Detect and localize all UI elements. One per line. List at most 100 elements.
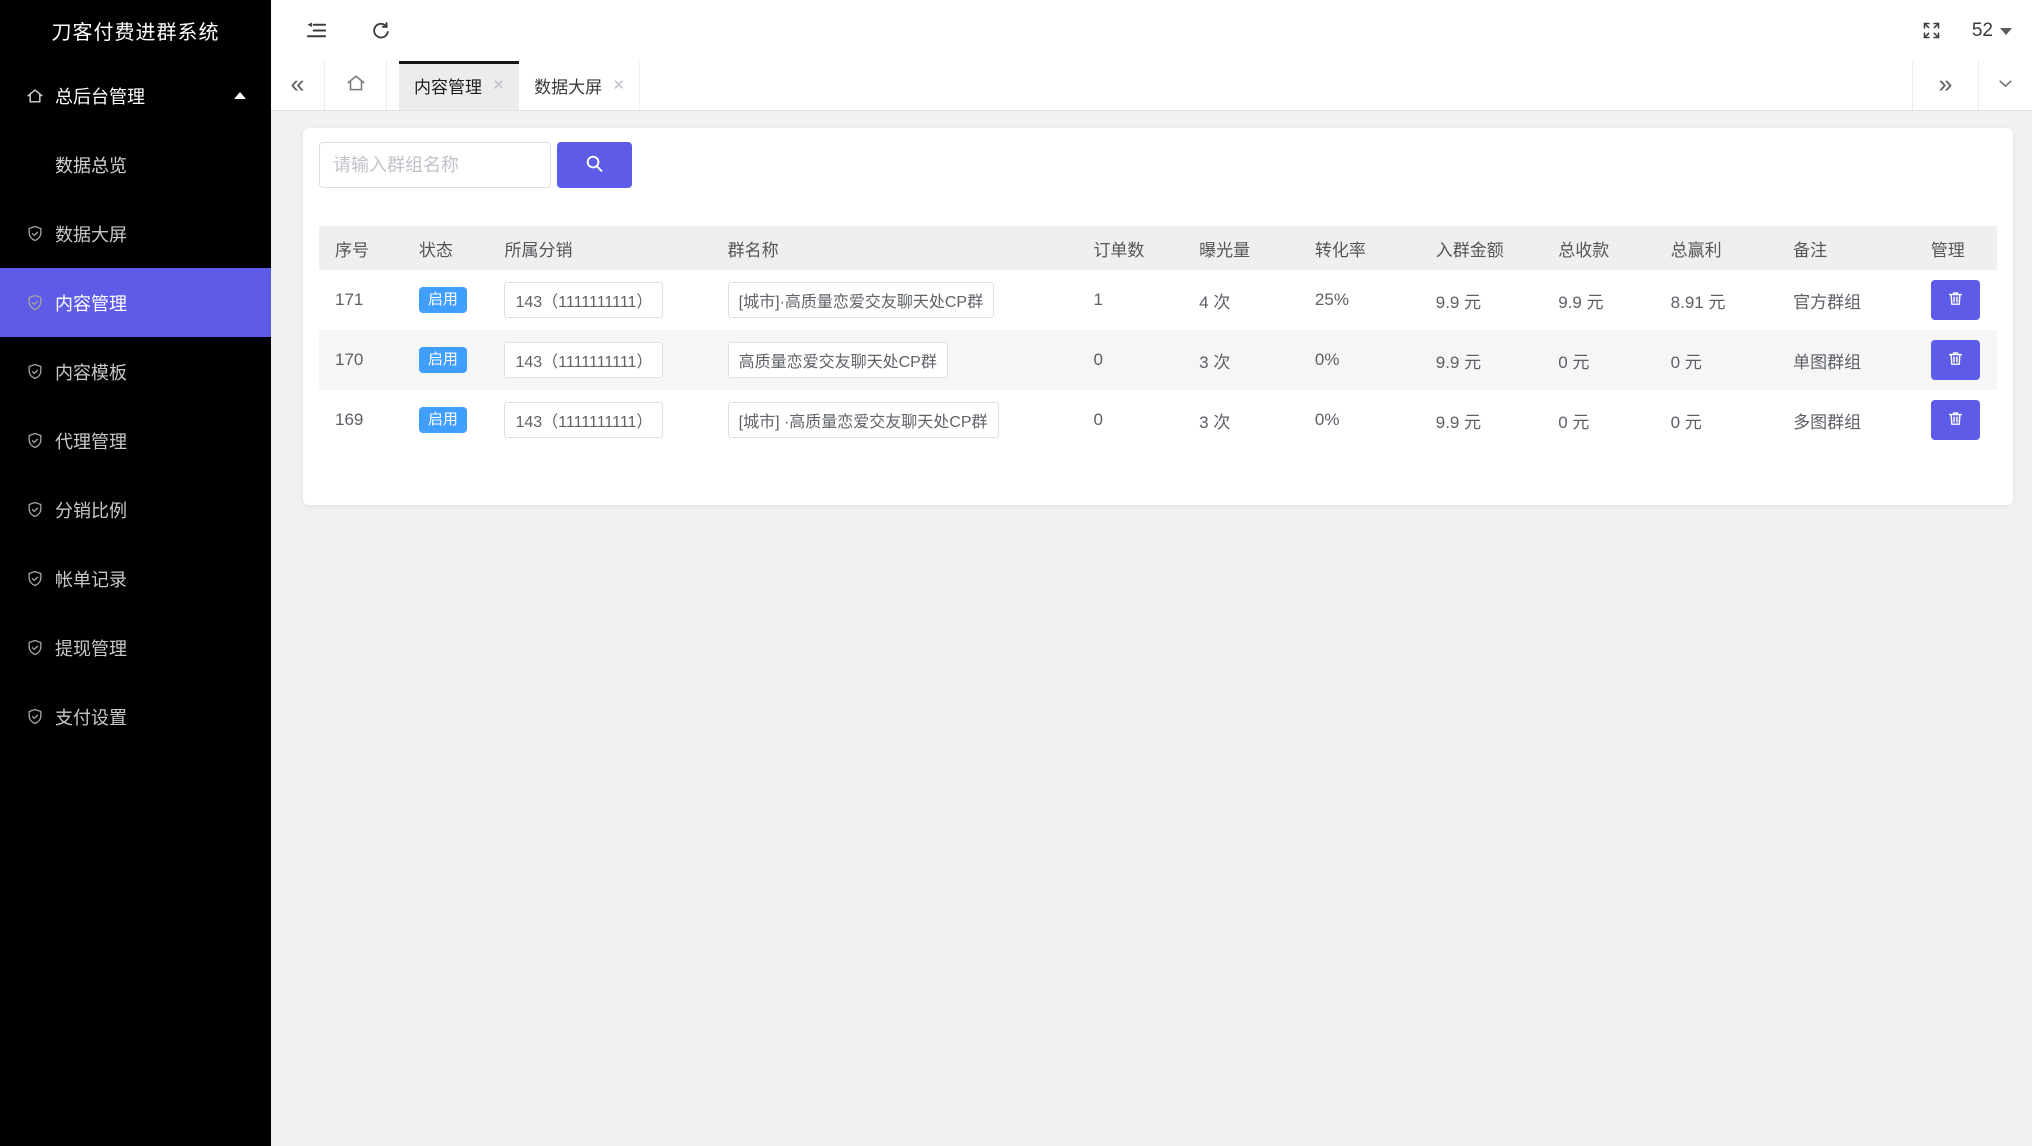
- close-icon[interactable]: ×: [493, 76, 504, 95]
- trash-icon: [1946, 289, 1965, 311]
- caret-down-icon: [2000, 28, 2012, 35]
- column-header: 总收款: [1542, 226, 1654, 270]
- user-label: 52: [1972, 20, 1993, 42]
- cell-remark: 多图群组: [1777, 390, 1915, 450]
- home-icon: [25, 86, 45, 106]
- column-header: 状态: [403, 226, 489, 270]
- sidebar-item-3[interactable]: 内容管理: [0, 268, 271, 337]
- cell-conversion: 25%: [1299, 270, 1420, 330]
- user-menu[interactable]: 52: [1972, 20, 2012, 42]
- table-body: 171 启用 143（1111111111） [城市]·高质量恋爱交友聊天处CP…: [319, 270, 1997, 450]
- delete-button[interactable]: [1931, 340, 1980, 380]
- sidebar-item-label: 数据大屏: [55, 221, 127, 247]
- cell-total-profit: 0 元: [1655, 330, 1777, 390]
- sidebar-item-9[interactable]: 支付设置: [0, 682, 271, 751]
- chevron-down-icon: [1995, 73, 2016, 99]
- cell-total-profit: 8.91 元: [1655, 270, 1777, 330]
- search-icon: [583, 152, 606, 178]
- sidebar-menu: 总后台管理 数据总览 数据大屏 内容管理 内容模板 代理管理 分销比例 帐单记录…: [0, 61, 271, 751]
- topbar: 52: [271, 0, 2032, 61]
- home-tab-button[interactable]: [325, 61, 387, 110]
- menu-fold-icon[interactable]: [305, 19, 328, 42]
- sidebar-item-label: 支付设置: [55, 704, 127, 730]
- sidebar-item-label: 代理管理: [55, 428, 127, 454]
- cell-join-amount: 9.9 元: [1420, 390, 1542, 450]
- caret-up-icon: [234, 92, 246, 99]
- search-input[interactable]: [319, 142, 551, 188]
- cell-exposure: 4 次: [1183, 270, 1299, 330]
- sidebar: 刀客付费进群系统 总后台管理 数据总览 数据大屏 内容管理 内容模板 代理管理 …: [0, 0, 271, 1146]
- cell-orders: 0: [1077, 390, 1183, 450]
- group-name-box: [城市]·高质量恋爱交友聊天处CP群: [728, 282, 994, 318]
- search-row: [319, 142, 1997, 188]
- close-icon[interactable]: ×: [613, 76, 624, 95]
- tabs-menu-button[interactable]: [1978, 61, 2032, 110]
- trash-icon: [1946, 349, 1965, 371]
- trash-icon: [1946, 409, 1965, 431]
- distributor-box: 143（1111111111）: [504, 342, 663, 378]
- open-tabs: 内容管理 × 数据大屏 ×: [399, 61, 640, 110]
- delete-button[interactable]: [1931, 280, 1980, 320]
- cell-join-amount: 9.9 元: [1420, 270, 1542, 330]
- tab-0[interactable]: 内容管理 ×: [399, 61, 519, 110]
- column-header: 所属分销: [488, 226, 711, 270]
- cell-conversion: 0%: [1299, 330, 1420, 390]
- distributor-box: 143（1111111111）: [504, 282, 663, 318]
- sidebar-item-5[interactable]: 代理管理: [0, 406, 271, 475]
- column-header: 曝光量: [1183, 226, 1299, 270]
- tabs-scroll-right-button[interactable]: »: [1912, 61, 1978, 110]
- content-card: 序号状态所属分销群名称订单数曝光量转化率入群金额总收款总赢利备注管理 171 启…: [303, 128, 2013, 505]
- delete-button[interactable]: [1931, 400, 1980, 440]
- cell-total-income: 0 元: [1542, 330, 1654, 390]
- sidebar-item-label: 总后台管理: [55, 83, 145, 109]
- refresh-icon[interactable]: [370, 20, 392, 42]
- cell-join-amount: 9.9 元: [1420, 330, 1542, 390]
- group-name-box: [城市] ·高质量恋爱交友聊天处CP群: [728, 402, 999, 438]
- sidebar-item-7[interactable]: 帐单记录: [0, 544, 271, 613]
- sidebar-item-2[interactable]: 数据大屏: [0, 199, 271, 268]
- status-badge[interactable]: 启用: [419, 407, 467, 434]
- sidebar-item-6[interactable]: 分销比例: [0, 475, 271, 544]
- cell-orders: 0: [1077, 330, 1183, 390]
- main-content: 序号状态所属分销群名称订单数曝光量转化率入群金额总收款总赢利备注管理 171 启…: [271, 111, 2032, 1146]
- column-header: 管理: [1915, 226, 1997, 270]
- sidebar-item-label: 分销比例: [55, 497, 127, 523]
- table-header-row: 序号状态所属分销群名称订单数曝光量转化率入群金额总收款总赢利备注管理: [319, 226, 1997, 270]
- status-badge[interactable]: 启用: [419, 287, 467, 314]
- tabs-scroll-left-button[interactable]: «: [271, 61, 325, 110]
- shield-icon: [25, 224, 45, 244]
- cell-conversion: 0%: [1299, 390, 1420, 450]
- cell-id: 169: [319, 390, 403, 450]
- sidebar-item-label: 内容管理: [55, 290, 127, 316]
- shield-icon: [25, 293, 45, 313]
- fullscreen-icon[interactable]: [1921, 20, 1942, 41]
- column-header: 总赢利: [1655, 226, 1777, 270]
- shield-icon: [25, 638, 45, 658]
- sidebar-item-label: 帐单记录: [55, 566, 127, 592]
- table-row: 170 启用 143（1111111111） 高质量恋爱交友聊天处CP群 0 3…: [319, 330, 1997, 390]
- app-title: 刀客付费进群系统: [0, 0, 271, 61]
- cell-remark: 官方群组: [1777, 270, 1915, 330]
- cell-id: 170: [319, 330, 403, 390]
- cell-id: 171: [319, 270, 403, 330]
- search-button[interactable]: [557, 142, 632, 188]
- sidebar-item-0[interactable]: 总后台管理: [0, 61, 271, 130]
- column-header: 群名称: [712, 226, 1078, 270]
- groups-table: 序号状态所属分销群名称订单数曝光量转化率入群金额总收款总赢利备注管理 171 启…: [319, 226, 1997, 450]
- tab-1[interactable]: 数据大屏 ×: [519, 61, 640, 110]
- shield-icon: [25, 431, 45, 451]
- cell-total-income: 9.9 元: [1542, 270, 1654, 330]
- sidebar-item-4[interactable]: 内容模板: [0, 337, 271, 406]
- sidebar-item-label: 内容模板: [55, 359, 127, 385]
- distributor-box: 143（1111111111）: [504, 402, 663, 438]
- sidebar-item-8[interactable]: 提现管理: [0, 613, 271, 682]
- topbar-right: 52: [1921, 20, 2012, 42]
- status-badge[interactable]: 启用: [419, 347, 467, 374]
- cell-orders: 1: [1077, 270, 1183, 330]
- tabbar-right: »: [1912, 61, 2032, 110]
- chevrons-right-icon: »: [1939, 72, 1953, 97]
- sidebar-item-1[interactable]: 数据总览: [0, 130, 271, 199]
- chevrons-left-icon: «: [291, 72, 305, 97]
- app-root: { "app": { "title": "刀客付费进群系统" }, "topba…: [0, 0, 2032, 1146]
- column-header: 备注: [1777, 226, 1915, 270]
